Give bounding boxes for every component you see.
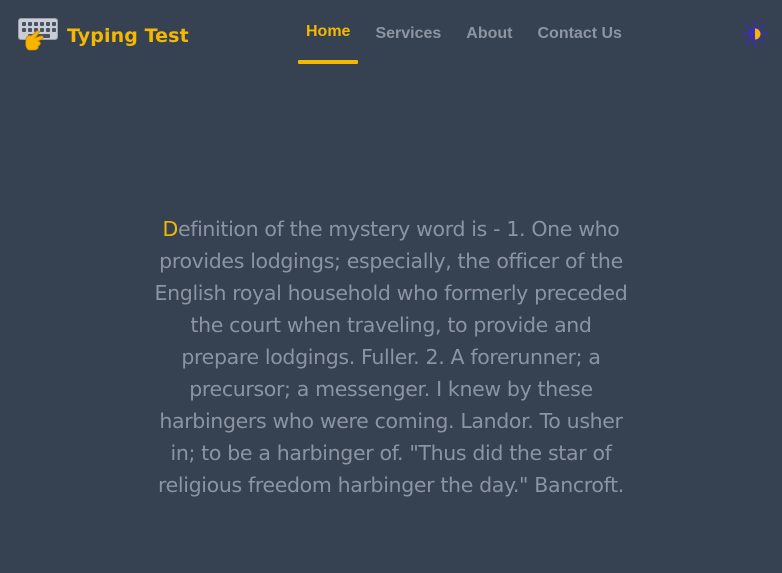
typing-text: Definition of the mystery word is - 1. O… [150,213,632,501]
nav-link-home[interactable]: Home [298,0,359,64]
main-nav: Home Services About Contact Us [298,0,639,64]
brand-logo-link[interactable]: Typing Test [18,16,189,54]
keyboard-hand-icon [18,16,60,54]
nav-link-about[interactable]: About [458,0,520,64]
remaining-text: efinition of the mystery word is - 1. On… [154,217,628,497]
theme-toggle-button[interactable] [741,20,769,48]
navbar: Typing Test Home Services About Contact … [0,0,782,70]
current-character: D [162,217,179,241]
brand-title: Typing Test [67,25,189,47]
nav-link-services[interactable]: Services [367,0,449,64]
theme-toggle-icon [741,20,769,48]
nav-link-contact-us[interactable]: Contact Us [530,0,630,64]
